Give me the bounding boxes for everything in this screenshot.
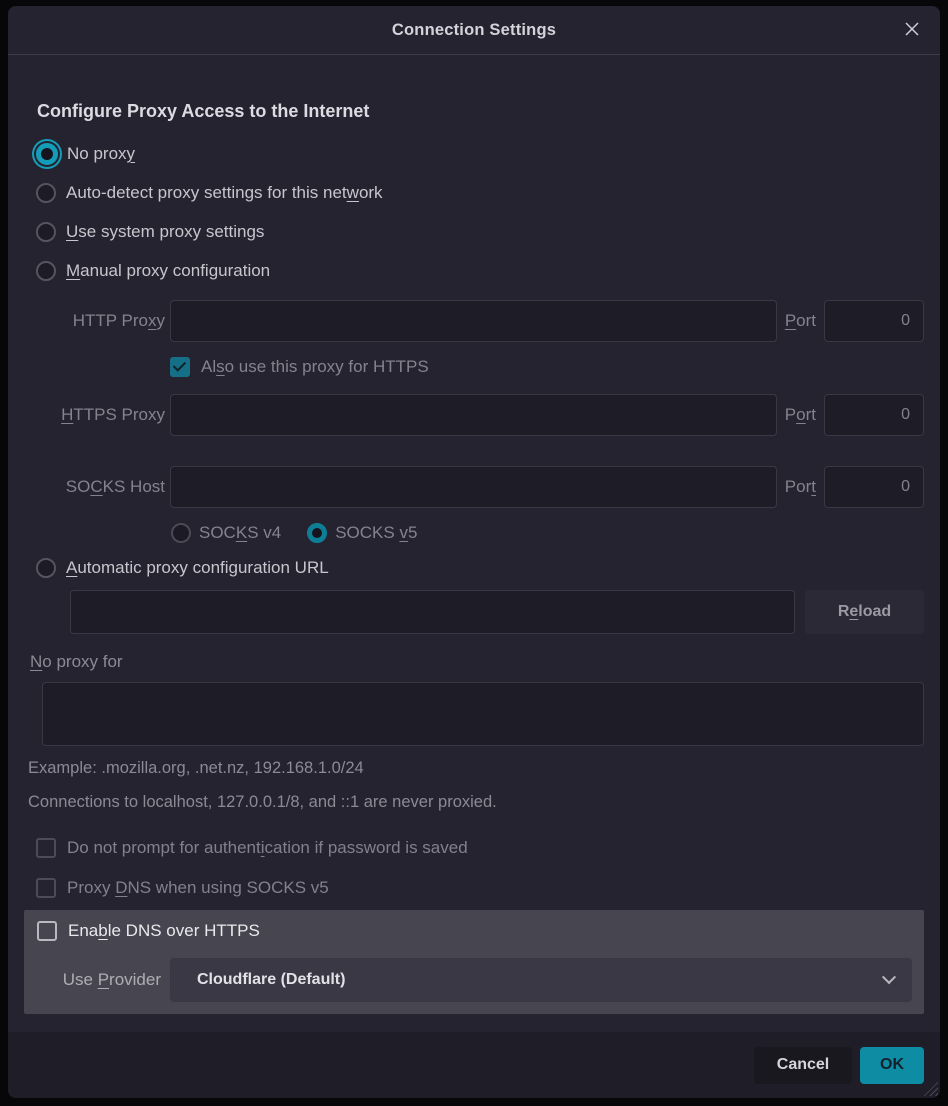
resize-grip[interactable] — [923, 1081, 938, 1096]
radio-row-auto-detect[interactable]: Auto-detect proxy settings for this netw… — [36, 173, 924, 212]
enable-doh-label: Enable DNS over HTTPS — [68, 921, 260, 941]
chevron-down-icon — [882, 970, 896, 984]
proxy-dns-label: Proxy DNS when using SOCKS v5 — [67, 878, 329, 898]
no-prompt-auth-row[interactable]: Do not prompt for authentication if pass… — [36, 838, 924, 858]
connection-settings-dialog: Connection Settings Configure Proxy Acce… — [8, 6, 940, 1098]
provider-dropdown[interactable]: Cloudflare (Default) — [170, 958, 912, 1002]
dialog-content: Configure Proxy Access to the Internet N… — [8, 55, 940, 1032]
https-port-label: Port — [777, 405, 824, 425]
socks-host-row: SOCKS Host Port — [24, 466, 924, 508]
dialog-titlebar: Connection Settings — [8, 6, 940, 55]
provider-dropdown-value: Cloudflare (Default) — [197, 971, 345, 989]
dialog-footer: Cancel OK — [8, 1032, 940, 1098]
radio-auto-url[interactable] — [36, 558, 56, 578]
close-button[interactable] — [901, 19, 923, 41]
close-icon — [904, 21, 920, 40]
radio-auto-detect-label: Auto-detect proxy settings for this netw… — [66, 183, 383, 203]
radio-system-proxy[interactable] — [36, 222, 56, 242]
radio-auto-detect[interactable] — [36, 183, 56, 203]
socks-version-row: SOCKS v4 SOCKS v5 — [171, 522, 924, 544]
no-proxy-for-textarea[interactable] — [42, 682, 924, 746]
also-https-checkbox[interactable] — [170, 357, 190, 377]
radio-socks-v4[interactable] — [171, 523, 191, 543]
radio-auto-url-label: Automatic proxy configuration URL — [66, 558, 329, 578]
enable-doh-checkbox[interactable] — [37, 921, 57, 941]
http-proxy-label: HTTP Proxy — [24, 311, 170, 331]
radio-manual-proxy[interactable] — [36, 261, 56, 281]
http-port-label: Port — [777, 311, 824, 331]
provider-row: Use Provider Cloudflare (Default) — [36, 958, 912, 1002]
radio-socks-v5-label: SOCKS v5 — [335, 523, 417, 543]
reload-button[interactable]: Reload — [805, 590, 924, 634]
radio-no-proxy[interactable] — [36, 143, 58, 165]
socks-port-label: Port — [777, 477, 824, 497]
socks-port-input[interactable] — [824, 466, 924, 508]
also-https-label: Also use this proxy for HTTPS — [201, 357, 429, 377]
also-https-row[interactable]: Also use this proxy for HTTPS — [170, 355, 924, 379]
proxy-mode-group: No proxy Auto-detect proxy settings for … — [24, 134, 924, 290]
page-title: Configure Proxy Access to the Internet — [37, 101, 924, 122]
http-proxy-row: HTTP Proxy Port — [24, 300, 924, 342]
proxy-dns-row[interactable]: Proxy DNS when using SOCKS v5 — [36, 878, 924, 898]
radio-manual-proxy-label: Manual proxy configuration — [66, 261, 270, 281]
localhost-note-text: Connections to localhost, 127.0.0.1/8, a… — [28, 793, 924, 812]
no-proxy-for-label: No proxy for — [30, 652, 924, 672]
socks-host-input[interactable] — [170, 466, 777, 508]
use-provider-label: Use Provider — [36, 970, 170, 990]
http-port-input[interactable] — [824, 300, 924, 342]
radio-row-no-proxy[interactable]: No proxy — [36, 134, 924, 173]
cancel-button[interactable]: Cancel — [754, 1047, 852, 1084]
proxy-dns-checkbox[interactable] — [36, 878, 56, 898]
auto-config-url-input[interactable] — [70, 590, 795, 634]
https-proxy-label: HTTPS Proxy — [24, 405, 170, 425]
radio-row-manual-proxy[interactable]: Manual proxy configuration — [36, 251, 924, 290]
no-prompt-auth-label: Do not prompt for authentication if pass… — [67, 838, 468, 858]
ok-button[interactable]: OK — [860, 1047, 924, 1084]
radio-no-proxy-label: No proxy — [67, 144, 135, 164]
radio-system-proxy-label: Use system proxy settings — [66, 222, 264, 242]
https-proxy-row: HTTPS Proxy Port — [24, 394, 924, 436]
https-port-input[interactable] — [824, 394, 924, 436]
http-proxy-input[interactable] — [170, 300, 777, 342]
radio-row-system-proxy[interactable]: Use system proxy settings — [36, 212, 924, 251]
no-proxy-example-text: Example: .mozilla.org, .net.nz, 192.168.… — [28, 759, 924, 778]
auto-config-url-row: Reload — [70, 590, 924, 634]
socks-host-label: SOCKS Host — [24, 477, 170, 497]
radio-socks-v4-label: SOCKS v4 — [199, 523, 281, 543]
radio-socks-v5[interactable] — [307, 523, 327, 543]
https-proxy-input[interactable] — [170, 394, 777, 436]
radio-row-auto-url[interactable]: Automatic proxy configuration URL — [36, 554, 924, 582]
no-prompt-auth-checkbox[interactable] — [36, 838, 56, 858]
dialog-title: Connection Settings — [392, 21, 556, 40]
enable-doh-row[interactable]: Enable DNS over HTTPS — [37, 921, 912, 941]
doh-section: Enable DNS over HTTPS Use Provider Cloud… — [24, 910, 924, 1014]
